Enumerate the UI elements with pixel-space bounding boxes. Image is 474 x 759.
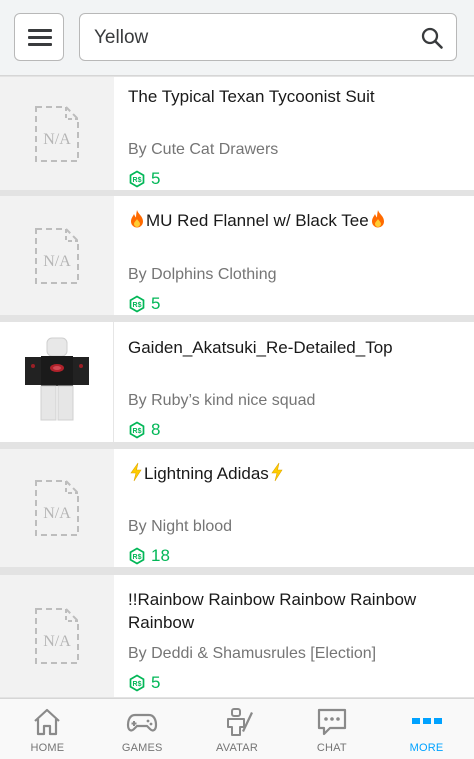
nav-chat-label: CHAT — [316, 742, 347, 754]
nav-games-label: GAMES — [121, 742, 163, 754]
item-creator[interactable]: By Dolphins Clothing — [128, 266, 277, 284]
item-name-text: Gaiden_Akatsuki_Re-Detailed_Top — [128, 338, 393, 357]
catalog-item[interactable]: N/A !!Rainbow Rainbow Rainbow Rainbow Ra… — [0, 575, 474, 697]
na-placeholder-icon: N/A — [35, 608, 79, 664]
item-name-text: !!Rainbow Rainbow Rainbow Rainbow Rainbo… — [128, 590, 417, 632]
thumbnail-label: N/A — [43, 505, 71, 522]
item-creator[interactable]: By Deddi & Shamusrules [Election] — [128, 645, 376, 663]
item-price: R$ 5 — [128, 294, 160, 314]
item-thumbnail — [0, 322, 114, 442]
robux-icon: R$ — [129, 170, 145, 188]
price-value: 5 — [151, 169, 161, 188]
item-thumbnail: N/A — [0, 449, 114, 567]
na-placeholder-icon: N/A — [35, 105, 79, 162]
nav-more[interactable]: MORE — [379, 699, 474, 759]
search-input[interactable] — [94, 24, 394, 52]
nav-more-label: MORE — [409, 742, 444, 754]
price-value: 5 — [151, 673, 161, 692]
item-name-text: The Typical Texan Tycoonist Suit — [128, 87, 375, 106]
item-thumbnail: N/A — [0, 575, 114, 697]
gamepad-icon — [127, 713, 158, 732]
catalog-item[interactable]: N/A The Typical Texan Tycoonist Suit By … — [0, 77, 474, 190]
svg-text:R$: R$ — [133, 428, 142, 435]
price-value: 8 — [151, 420, 161, 439]
item-name[interactable]: Lightning Adidas — [128, 462, 458, 485]
item-price: R$ 8 — [128, 420, 160, 440]
search-icon[interactable] — [420, 26, 444, 50]
svg-text:R$: R$ — [133, 681, 142, 688]
avatar-edit-icon — [226, 708, 253, 736]
price-value: 18 — [151, 546, 170, 565]
nav-home[interactable]: HOME — [0, 699, 95, 759]
item-name-text: Lightning Adidas — [144, 464, 269, 483]
catalog-item[interactable]: Gaiden_Akatsuki_Re-Detailed_Top By Ruby’… — [0, 322, 474, 442]
more-icon — [411, 718, 442, 724]
catalog-item[interactable]: N/A Lightning Adidas By Night blood R$ 1… — [0, 449, 474, 567]
thumbnail-label: N/A — [43, 253, 71, 270]
na-placeholder-icon: N/A — [35, 227, 79, 284]
thumbnail-label: N/A — [43, 131, 71, 148]
search-box — [79, 13, 457, 61]
home-icon — [34, 708, 61, 736]
avatar-image — [24, 337, 89, 421]
na-placeholder-icon: N/A — [35, 480, 79, 536]
hamburger-icon-bar — [28, 36, 52, 39]
fire-emoji-icon — [371, 210, 384, 228]
robux-icon: R$ — [129, 295, 145, 313]
lightning-emoji-icon — [130, 462, 142, 482]
nav-games[interactable]: GAMES — [95, 699, 190, 759]
item-name[interactable]: Gaiden_Akatsuki_Re-Detailed_Top — [128, 336, 458, 359]
robux-icon: R$ — [129, 421, 145, 439]
item-price: R$ 5 — [128, 169, 160, 189]
item-creator[interactable]: By Ruby’s kind nice squad — [128, 392, 315, 410]
nav-chat[interactable]: CHAT — [284, 699, 379, 759]
item-creator[interactable]: By Night blood — [128, 518, 232, 536]
top-bar — [0, 0, 474, 76]
item-price: R$ 18 — [128, 546, 170, 566]
menu-button[interactable] — [14, 13, 64, 61]
lightning-emoji-icon — [271, 462, 283, 482]
item-name-text: MU Red Flannel w/ Black Tee — [146, 211, 369, 230]
item-name[interactable]: !!Rainbow Rainbow Rainbow Rainbow Rainbo… — [128, 588, 458, 634]
bottom-nav: HOME GAMES AVATAR CHAT MORE — [0, 698, 474, 759]
svg-text:R$: R$ — [133, 302, 142, 309]
item-name[interactable]: MU Red Flannel w/ Black Tee — [128, 209, 458, 232]
catalog-item[interactable]: N/A MU Red Flannel w/ Black Tee By Dolph… — [0, 196, 474, 315]
price-value: 5 — [151, 294, 161, 313]
nav-home-label: HOME — [30, 742, 65, 754]
item-thumbnail: N/A — [0, 77, 114, 190]
thumbnail-label: N/A — [43, 633, 71, 650]
item-creator[interactable]: By Cute Cat Drawers — [128, 141, 278, 159]
item-price: R$ 5 — [128, 673, 160, 693]
nav-avatar[interactable]: AVATAR — [190, 699, 285, 759]
chat-icon — [317, 708, 346, 736]
hamburger-icon — [28, 29, 52, 32]
item-thumbnail: N/A — [0, 196, 114, 315]
fire-emoji-icon — [131, 210, 143, 228]
hamburger-icon-bar — [28, 43, 52, 46]
robux-icon: R$ — [129, 547, 145, 565]
svg-text:R$: R$ — [133, 177, 142, 184]
nav-avatar-label: AVATAR — [216, 742, 258, 754]
robux-icon: R$ — [129, 674, 145, 692]
svg-text:R$: R$ — [133, 554, 142, 561]
item-name[interactable]: The Typical Texan Tycoonist Suit — [128, 85, 458, 108]
